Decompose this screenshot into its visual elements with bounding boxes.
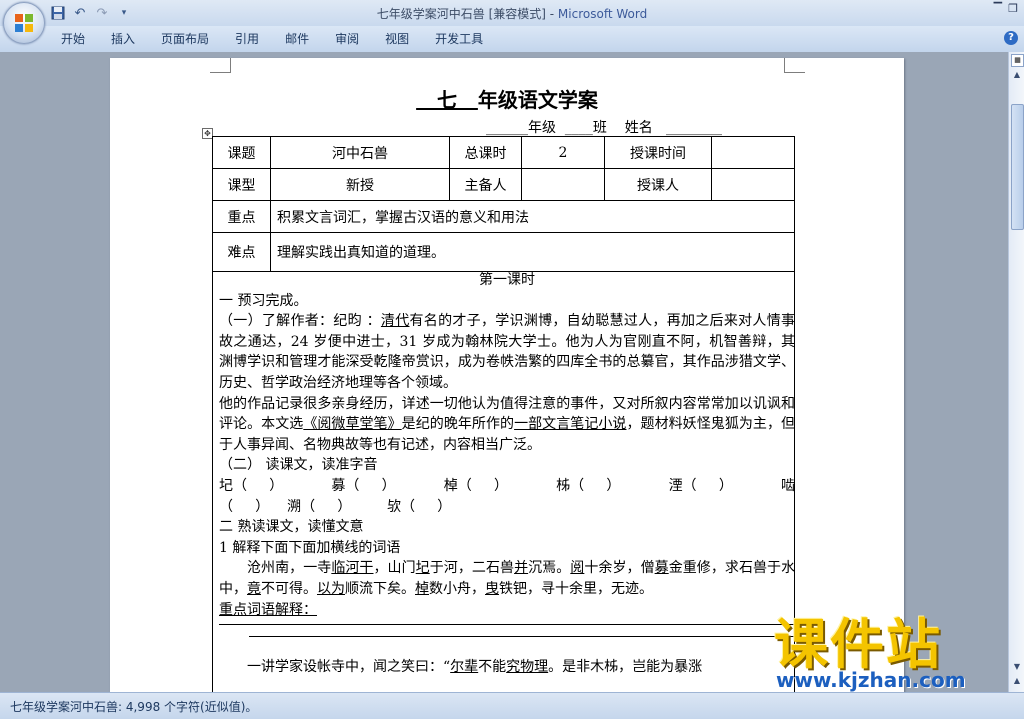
answer-line <box>249 625 795 638</box>
cell-time <box>711 136 795 169</box>
passage-paragraph-1: 沧州南，一寺临河干，山门圮于河，二石兽并沉焉。阅十余岁，僧募金重修，求石兽于水中… <box>219 560 796 597</box>
cell-teacher-label: 授课人 <box>604 168 712 201</box>
tab-mailings[interactable]: 邮件 <box>272 26 322 52</box>
cell-difficulty-label: 难点 <box>212 232 271 272</box>
author-paragraph: （一）了解作者：纪昀 ：清代有名的才子，学识渊博，自幼聪慧过人，再加之后来对人情… <box>219 313 796 391</box>
pronunciation-row-2: （ ） 溯（ ） 欤（ ） <box>219 498 452 515</box>
vertical-scrollbar[interactable]: ▦ ▲ ▼ ▲ <box>1008 52 1024 692</box>
passage-paragraph-2: 一讲学家设帐寺中，闻之笑曰：“尔辈不能究物理。是非木柹，岂能为暴涨 <box>247 659 703 676</box>
tab-references[interactable]: 引用 <box>222 26 272 52</box>
status-text: 七年级学案河中石兽: 4,998 个字符(近似值)。 <box>10 700 258 714</box>
section-preview: 一 预习完成。 <box>219 292 308 309</box>
window-controls: ▔ ❐ <box>994 2 1018 15</box>
ruler-toggle-icon[interactable]: ▦ <box>1011 54 1024 67</box>
cell-key-points: 积累文言词汇，掌握古汉语的意义和用法 <box>270 200 795 233</box>
task-explain-words: 1 解释下面下面加横线的词语 <box>219 539 401 556</box>
crop-mark-left <box>210 58 231 73</box>
watermark-title: 课件站 <box>774 613 942 676</box>
cell-hours: 2 <box>521 136 605 169</box>
ribbon-tab-bar: 开始 插入 页面布局 引用 邮件 审阅 视图 开发工具 ? <box>0 26 1024 53</box>
cell-teacher <box>711 168 795 201</box>
office-button[interactable] <box>3 2 45 44</box>
section-read-understand: 二 熟读课文，读懂文意 <box>219 519 364 536</box>
table-row: 重点 积累文言词汇，掌握古汉语的意义和用法 <box>212 200 795 233</box>
tab-home[interactable]: 开始 <box>48 26 98 52</box>
document-title: 七年级学案河中石兽 [兼容模式] - <box>376 7 558 21</box>
restore-button[interactable]: ❐ <box>1008 2 1018 15</box>
cell-difficulty: 理解实践出真知道的道理。 <box>270 232 795 272</box>
scroll-thumb[interactable] <box>1011 104 1024 230</box>
quick-access-toolbar: ↶ ↷ ▾ <box>50 3 132 23</box>
help-icon[interactable]: ? <box>1004 31 1018 45</box>
section-read-aloud: （二） 读课文，读准字音 <box>219 457 378 474</box>
lesson-body-text: 第一课时 一 预习完成。 （一）了解作者：纪昀 ：清代有名的才子，学识渊博，自幼… <box>219 270 795 678</box>
cell-topic: 河中石兽 <box>270 136 450 169</box>
cell-topic-label: 课题 <box>212 136 271 169</box>
cell-type: 新授 <box>270 168 450 201</box>
minimize-button[interactable]: ▔ <box>994 2 1002 15</box>
watermark-url: www.kjzhan.com <box>776 668 966 692</box>
works-paragraph: 他的作品记录很多亲身经历，详述一切他认为值得注意的事件，又对所叙内容常常加以讥讽… <box>219 395 796 453</box>
document-page[interactable]: 七 年级语文学案 ______年级 ____班 姓名 ________ ✥ 课题… <box>110 58 904 692</box>
cell-hours-label: 总课时 <box>449 136 522 169</box>
table-row: 课型 新授 主备人 授课人 <box>212 168 795 201</box>
heading-text: 年级语文学案 <box>477 88 598 112</box>
table-row: 课题 河中石兽 总课时 2 授课时间 <box>212 136 795 169</box>
tab-developer[interactable]: 开发工具 <box>422 26 496 52</box>
watermark-logo: 课件站 www.kjzhan.com <box>770 613 1024 693</box>
tab-insert[interactable]: 插入 <box>98 26 148 52</box>
session-heading: 第一课时 <box>479 272 535 288</box>
cell-type-label: 课型 <box>212 168 271 201</box>
app-name: Microsoft Word <box>557 7 648 21</box>
office-logo-icon <box>15 14 33 32</box>
cell-time-label: 授课时间 <box>604 136 712 169</box>
window-title: 七年级学案河中石兽 [兼容模式] - Microsoft Word <box>0 5 1024 22</box>
cell-preparer-label: 主备人 <box>449 168 522 201</box>
undo-icon[interactable]: ↶ <box>72 5 88 21</box>
scroll-up-icon[interactable]: ▲ <box>1010 68 1024 82</box>
grade-class-name-line: ______年级 ____班 姓名 ________ <box>486 120 723 136</box>
heading-grade: 七 <box>437 88 457 112</box>
redo-icon[interactable]: ↷ <box>94 5 110 21</box>
cell-key-label: 重点 <box>212 200 271 233</box>
save-icon[interactable] <box>50 5 66 21</box>
document-workspace: 七 年级语文学案 ______年级 ____班 姓名 ________ ✥ 课题… <box>0 52 1008 692</box>
doc-heading: 七 年级语文学案 <box>110 84 904 113</box>
table-row: 难点 理解实践出真知道的道理。 <box>212 232 795 272</box>
key-words-label: 重点词语解释： <box>219 601 317 618</box>
crop-mark-right <box>784 58 805 73</box>
customize-toolbar-icon[interactable]: ▾ <box>116 5 132 21</box>
pronunciation-row-1: 圮（ ）募（ ）棹（ ）柹（ ）湮（ ）啮 <box>219 477 795 494</box>
tab-review[interactable]: 审阅 <box>322 26 372 52</box>
tab-view[interactable]: 视图 <box>372 26 422 52</box>
cell-preparer <box>521 168 605 201</box>
tab-page-layout[interactable]: 页面布局 <box>148 26 222 52</box>
status-bar: 七年级学案河中石兽: 4,998 个字符(近似值)。 <box>0 692 1024 719</box>
title-bar: 七年级学案河中石兽 [兼容模式] - Microsoft Word ↶ ↷ ▾ … <box>0 0 1024 26</box>
